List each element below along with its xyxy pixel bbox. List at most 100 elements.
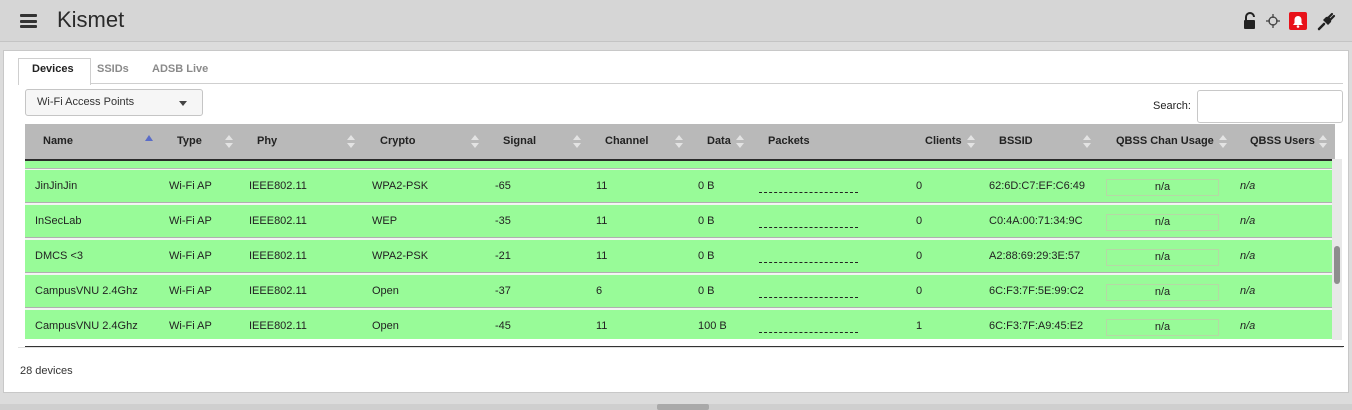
col-header-channel[interactable]: Channel (605, 124, 648, 159)
sort-icon (736, 135, 744, 149)
cell-name: CampusVNU 2.4Ghz (35, 320, 138, 332)
cell-signal: -45 (495, 320, 511, 332)
plug-icon[interactable] (1316, 10, 1338, 32)
col-header-data[interactable]: Data (707, 124, 731, 159)
cell-phy: IEEE802.11 (249, 180, 307, 192)
cell-crypto: Open (372, 320, 399, 332)
cell-data: 0 B (698, 250, 715, 262)
divider (18, 347, 1343, 348)
cell-data: 0 B (698, 215, 715, 227)
col-header-signal-label: Signal (503, 135, 537, 147)
cell-signal: -21 (495, 250, 511, 262)
col-header-crypto-label: Crypto (380, 135, 416, 147)
cell-type: Wi-Fi AP (169, 215, 212, 227)
vertical-scrollbar[interactable] (1334, 246, 1340, 284)
sort-icon (347, 135, 355, 149)
col-header-name-label: Name (43, 135, 73, 147)
sort-icon (1319, 135, 1327, 149)
col-header-phy-label: Phy (257, 135, 278, 147)
cell-type: Wi-Fi AP (169, 250, 212, 262)
tab-adsb-live[interactable]: ADSB Live (152, 63, 208, 75)
cell-bssid: 6C:F3:7F:A9:45:E2 (989, 320, 1084, 332)
lock-open-icon[interactable] (1243, 12, 1257, 30)
col-header-clients[interactable]: Clients (925, 124, 962, 159)
col-header-bssid-label: BSSID (999, 135, 1033, 147)
col-header-qbss-chan-usage[interactable]: QBSS Chan Usage (1116, 124, 1214, 159)
col-header-data-label: Data (707, 135, 731, 147)
app-title: Kismet (57, 7, 125, 32)
cell-crypto: WPA2-PSK (372, 250, 429, 262)
cell-clients: 0 (916, 285, 923, 297)
tab-devices[interactable]: Devices (32, 63, 74, 75)
cell-name: CampusVNU 2.4Ghz (35, 285, 138, 297)
top-icons (1243, 10, 1338, 32)
tab-bar: Devices SSIDs ADSB Live (18, 58, 1343, 85)
crosshair-icon[interactable] (1266, 14, 1280, 28)
col-header-packets-label: Packets (768, 135, 810, 147)
devices-panel: Devices SSIDs ADSB Live Wi-Fi Access Poi… (3, 50, 1349, 393)
cell-channel: 11 (596, 180, 608, 192)
col-header-type-label: Type (177, 135, 202, 147)
cell-clients: 1 (916, 320, 923, 332)
col-header-qbss-users-label: QBSS Users (1250, 135, 1315, 147)
col-header-qbss-chan-usage-label: QBSS Chan Usage (1116, 135, 1214, 147)
col-header-type[interactable]: Type (177, 124, 202, 159)
cell-clients: 0 (916, 250, 923, 262)
sort-icon (967, 135, 975, 149)
device-count: 28 devices (20, 365, 73, 377)
cell-type: Wi-Fi AP (169, 180, 212, 192)
cell-qbss-users: n/a (1240, 320, 1256, 332)
tab-ssids[interactable]: SSIDs (97, 63, 129, 75)
col-header-qbss-users[interactable]: QBSS Users (1250, 124, 1315, 159)
col-header-crypto[interactable]: Crypto (380, 124, 415, 159)
table-row[interactable]: InSecLab Wi-Fi AP IEEE802.11 WEP -35 11 … (25, 205, 1335, 238)
col-header-signal[interactable]: Signal (503, 124, 536, 159)
col-header-bssid[interactable]: BSSID (999, 124, 1033, 159)
table-row[interactable] (25, 161, 1335, 169)
col-header-clients-label: Clients (925, 135, 962, 147)
packets-sparkline (759, 227, 858, 228)
cell-bssid: 62:6D:C7:EF:C6:49 (989, 180, 1085, 192)
hamburger-menu-icon[interactable] (20, 14, 37, 28)
col-header-channel-label: Channel (605, 135, 649, 147)
sort-icon (573, 135, 581, 149)
cell-name: InSecLab (35, 215, 82, 227)
cell-clients: 0 (916, 215, 923, 227)
sort-icon (1083, 135, 1091, 149)
table-row[interactable]: JinJinJin Wi-Fi AP IEEE802.11 WPA2-PSK -… (25, 170, 1335, 203)
table-row[interactable]: CampusVNU 2.4Ghz Wi-Fi AP IEEE802.11 Ope… (25, 275, 1335, 308)
col-header-packets[interactable]: Packets (768, 124, 810, 159)
col-header-name[interactable]: Name (43, 124, 73, 159)
packets-sparkline (759, 262, 858, 263)
packets-sparkline (759, 297, 858, 298)
cell-type: Wi-Fi AP (169, 320, 212, 332)
sort-icon (1219, 135, 1227, 149)
cell-bssid: 6C:F3:7F:5E:99:C2 (989, 285, 1084, 297)
col-header-phy[interactable]: Phy (257, 124, 277, 159)
cell-qbss-users: n/a (1240, 250, 1256, 262)
sort-icon (225, 135, 233, 149)
cell-signal: -65 (495, 180, 511, 192)
cell-signal: -35 (495, 215, 511, 227)
packets-sparkline (759, 192, 858, 193)
sort-icon (675, 135, 683, 149)
cell-clients: 0 (916, 180, 923, 192)
cell-channel: 11 (596, 320, 608, 332)
top-bar: Kismet (0, 0, 1352, 42)
cell-qbss-chan-usage: n/a (1106, 284, 1219, 301)
bell-alert-icon[interactable] (1289, 12, 1307, 30)
packets-sparkline (759, 332, 858, 333)
cell-channel: 6 (596, 285, 603, 297)
search-label: Search: (1153, 100, 1191, 112)
device-view-select[interactable]: Wi-Fi Access Points (25, 89, 203, 116)
table-row[interactable]: CampusVNU 2.4Ghz Wi-Fi AP IEEE802.11 Ope… (25, 310, 1335, 339)
table-header: Name Type Phy Crypto Signal Channel Data… (25, 124, 1335, 159)
cell-phy: IEEE802.11 (249, 250, 307, 262)
table-row[interactable]: DMCS <3 Wi-Fi AP IEEE802.11 WPA2-PSK -21… (25, 240, 1335, 273)
search-input[interactable] (1197, 90, 1343, 123)
resize-handle[interactable] (657, 404, 709, 410)
cell-phy: IEEE802.11 (249, 215, 307, 227)
cell-channel: 11 (596, 250, 608, 262)
cell-phy: IEEE802.11 (249, 320, 307, 332)
cell-data: 0 B (698, 180, 715, 192)
